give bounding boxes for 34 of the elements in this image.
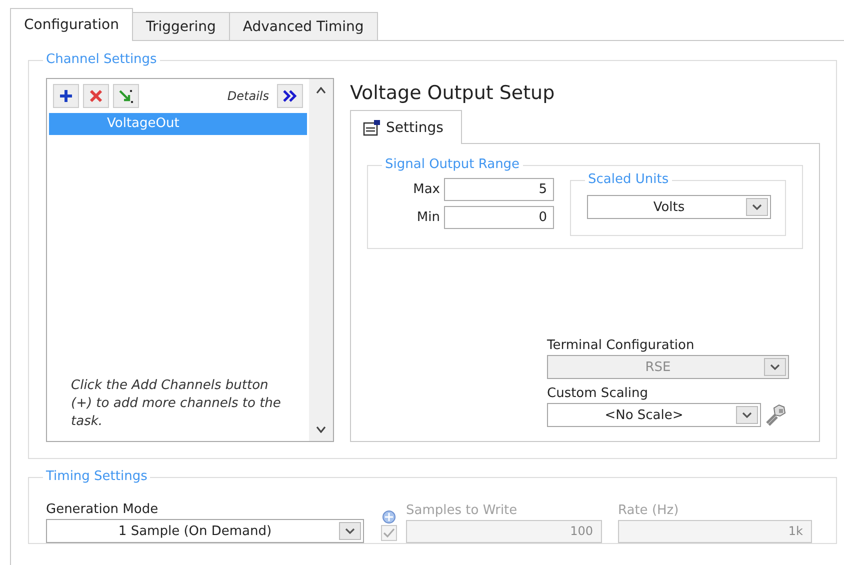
input-field[interactable]: 5 — [444, 178, 554, 201]
scroll-down-icon[interactable] — [316, 426, 326, 433]
units-dropdown[interactable]: Volts — [587, 195, 771, 219]
dropdown-caret-icon[interactable] — [736, 406, 758, 424]
tab[interactable]: Advanced Timing — [228, 12, 378, 40]
group-title: Signal Output Range — [382, 157, 523, 173]
field-label: Samples to Write — [406, 502, 518, 520]
details-label: Details — [227, 89, 269, 103]
field-label: Generation Mode — [46, 501, 160, 519]
dropdown-caret-icon[interactable] — [339, 522, 361, 540]
wrench-icon[interactable] — [765, 403, 787, 427]
scaling-dropdown[interactable]: <No Scale> — [547, 403, 761, 427]
hint-text: Click the Add Channels button (+) to add more channels to the task. — [70, 377, 282, 431]
field-label: Terminal Configuration — [547, 337, 696, 355]
tab[interactable]: Settings — [350, 110, 462, 144]
scroll-up-icon[interactable] — [316, 87, 326, 94]
input-field[interactable]: 0 — [444, 206, 554, 229]
regenerate-icon — [381, 510, 397, 524]
field-label: Custom Scaling — [547, 385, 650, 403]
tab[interactable]: Triggering — [132, 12, 230, 40]
channel-list[interactable]: Details VoltageOut Click the Add Channels button (+) to add more channels to the task. — [46, 78, 334, 442]
field-label: Min — [416, 210, 440, 225]
expand-icon[interactable] — [277, 84, 303, 108]
add-icon[interactable] — [53, 84, 79, 108]
section-title: Voltage Output Setup — [350, 81, 556, 106]
dropdown-caret-icon[interactable] — [746, 198, 768, 216]
group-title: Timing Settings — [43, 469, 150, 485]
settings-icon — [363, 119, 381, 136]
field-label: Rate (Hz) — [618, 502, 680, 520]
delete-icon[interactable] — [83, 84, 109, 108]
tab[interactable]: Configuration — [10, 8, 133, 41]
field-label: Max — [412, 182, 440, 197]
group-title: Channel Settings — [43, 52, 160, 68]
mode-dropdown[interactable]: 1 Sample (On Demand) — [46, 519, 364, 543]
